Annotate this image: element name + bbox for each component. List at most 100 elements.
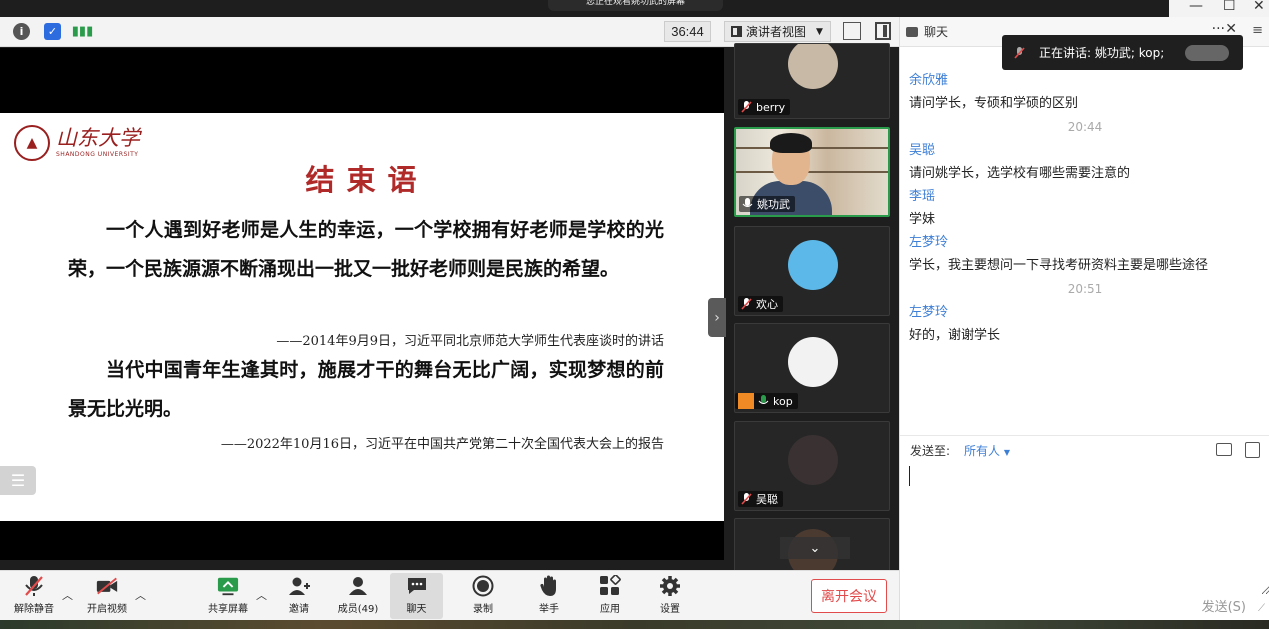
chat-title: 聊天 [924, 25, 949, 39]
mic-icon [758, 395, 769, 407]
video-strip: berry 姚功武 欢心 kop 吴聪 ⌄ [724, 43, 899, 578]
save-icon[interactable] [1245, 442, 1260, 458]
apps-icon [599, 575, 621, 597]
collapse-strip-button[interactable]: › [708, 298, 726, 337]
members-icon [347, 575, 369, 597]
recipient-value: 所有人 [964, 444, 1001, 458]
start-video-label: 开启视频 [87, 604, 127, 615]
participant-name-tag: 欢心 [738, 296, 783, 312]
record-icon [472, 575, 494, 597]
settings-button[interactable]: 设置 [657, 573, 683, 619]
avatar [788, 337, 838, 387]
mic-muted-icon [741, 493, 752, 505]
unmute-button[interactable]: 解除静音 [12, 573, 56, 619]
slide-citation-1: ——2014年9月9日，习近平同北京师范大学师生代表座谈时的讲话 [276, 334, 664, 349]
participant-tile[interactable]: 吴聪 [734, 421, 890, 511]
participant-tile[interactable]: berry [734, 43, 890, 119]
apps-label: 应用 [600, 604, 620, 615]
share-screen-icon [217, 575, 239, 597]
signal-icon[interactable]: ▮▮▮ [72, 23, 93, 40]
chat-button[interactable]: 聊天 [390, 573, 443, 619]
send-to-row: 发送至: 所有人 ▼ [900, 435, 1269, 465]
caret-up-icon[interactable]: ︿ [62, 587, 73, 603]
slide-title: 结束语 [305, 163, 429, 197]
view-mode-button[interactable]: 演讲者视图 ▼ [724, 21, 831, 42]
caret-down-icon: ▼ [816, 26, 823, 37]
gear-icon [659, 575, 681, 597]
mic-icon [742, 198, 753, 210]
start-video-button[interactable]: 开启视频 [84, 573, 130, 619]
participant-name: 吴聪 [756, 493, 778, 506]
chat-bubble-icon [906, 26, 918, 37]
share-banner: 您正在观看姚功武的屏幕 [548, 0, 723, 11]
shield-icon[interactable]: ✓ [44, 23, 61, 40]
share-screen-button[interactable]: 共享屏幕 [206, 573, 250, 619]
message-sender[interactable]: 左梦玲 [909, 301, 1261, 324]
university-logo: ▲ 山东大学 SHANDONG UNIVERSITY [14, 125, 140, 161]
speaking-text: 正在讲话: 姚功武; kop; [1039, 46, 1165, 60]
add-user-icon [288, 575, 310, 597]
meeting-timer: 36:44 [664, 21, 711, 42]
meeting-window: 您正在观看姚功武的屏幕 — ☐ ✕ i ✓ ▮▮▮ 36:44 演讲者视图 ▼ … [0, 0, 1269, 629]
leave-meeting-button[interactable]: 离开会议 [811, 579, 887, 613]
participant-name-tag: kop [735, 393, 798, 409]
meeting-toolbar: 解除静音 ︿ 开启视频 ︿ 共享屏幕 ︿ 邀请 成员(49) 聊天 录制 举手 … [0, 570, 899, 620]
window-controls: — ☐ ✕ [1169, 0, 1269, 17]
chat-label: 聊天 [406, 604, 427, 615]
participant-name: 欢心 [756, 298, 778, 311]
resize-handle-icon[interactable]: ⟋ [1258, 603, 1265, 614]
info-icon[interactable]: i [13, 23, 30, 40]
mic-muted-icon [1014, 46, 1025, 59]
message-text: 学长，我主要想问一下寻找考研资料主要是哪些途径 [909, 258, 1209, 273]
participant-tile-active-speaker[interactable]: 姚功武 [734, 127, 890, 217]
chat-icon [406, 575, 428, 597]
slide: ▲ 山东大学 SHANDONG UNIVERSITY 结束语 一个人遇到好老师是… [0, 113, 724, 521]
settings-label: 设置 [660, 604, 680, 615]
raise-hand-label: 举手 [539, 604, 559, 615]
apps-button[interactable]: 应用 [597, 573, 623, 619]
recipient-select[interactable]: 所有人 ▼ [964, 442, 1010, 459]
chat-messages: 余欣雅请问学长，专硕和学硕的区别 20:44 吴聪请问姚学长，选学校有哪些需要注意的… [909, 69, 1261, 347]
message-text: 请问姚学长，选学校有哪些需要注意的 [909, 166, 1131, 181]
fullscreen-icon[interactable] [843, 22, 861, 40]
maximize-icon[interactable]: ☐ [1223, 0, 1236, 14]
participant-name: kop [773, 394, 793, 408]
avatar [788, 240, 838, 290]
members-button[interactable]: 成员(49) [335, 573, 381, 619]
caret-up-icon[interactable]: ︿ [256, 587, 267, 603]
send-button[interactable]: 发送(S) [1202, 596, 1246, 615]
split-view-icon[interactable] [875, 22, 891, 40]
message-text: 请问学长，专硕和学硕的区别 [909, 96, 1079, 111]
seal-icon: ▲ [14, 125, 50, 161]
participant-name-tag: berry [738, 99, 791, 115]
chevron-down-icon[interactable]: ⌄ [780, 537, 850, 559]
message-sender[interactable]: 左梦玲 [909, 231, 1261, 254]
list-icon[interactable]: ☰ [0, 466, 36, 495]
sidebar-menu-icon[interactable]: ≡ [1252, 23, 1263, 38]
members-label: 成员(49) [337, 604, 379, 615]
mic-muted-icon [23, 575, 45, 597]
message-sender[interactable]: 李瑶 [909, 185, 1261, 208]
mic-muted-icon [741, 101, 752, 113]
minimize-icon[interactable]: — [1189, 0, 1203, 14]
message-timestamp: 20:44 [1067, 120, 1103, 134]
file-icon[interactable] [1216, 443, 1232, 456]
layout-icon [731, 26, 742, 37]
share-screen-label: 共享屏幕 [208, 604, 248, 615]
chat-input[interactable] [900, 465, 1269, 595]
message-timestamp: 20:51 [1067, 282, 1103, 296]
participant-name-tag: 吴聪 [738, 491, 783, 507]
message-sender[interactable]: 余欣雅 [909, 69, 1261, 92]
desktop-background [0, 620, 1269, 629]
participant-tile[interactable]: kop [734, 323, 890, 413]
caret-up-icon[interactable]: ︿ [135, 587, 146, 603]
record-button[interactable]: 录制 [470, 573, 496, 619]
message-sender[interactable]: 吴聪 [909, 139, 1261, 162]
video-off-icon [96, 575, 118, 597]
avatar [788, 44, 838, 89]
participant-tile[interactable]: 欢心 [734, 226, 890, 316]
avatar [788, 435, 838, 485]
raise-hand-button[interactable]: 举手 [536, 573, 562, 619]
invite-button[interactable]: 邀请 [284, 573, 314, 619]
close-icon[interactable]: ✕ [1253, 0, 1265, 14]
